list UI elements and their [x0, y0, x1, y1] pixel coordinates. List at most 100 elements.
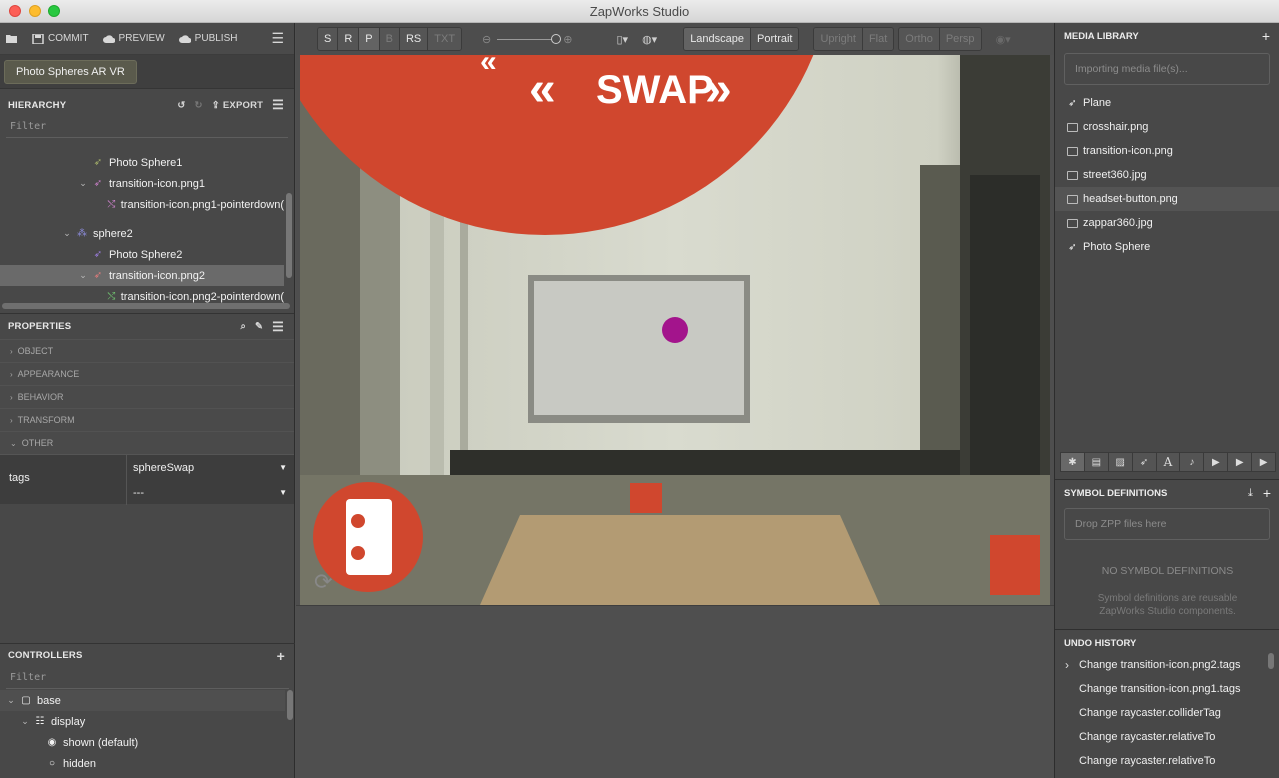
search-icon[interactable]: ⌕ [240, 321, 246, 332]
media-item[interactable]: transition-icon.png [1055, 139, 1279, 163]
radio-selected-icon[interactable]: ◉ [46, 737, 58, 748]
list-icon: ☷ [35, 716, 45, 727]
hierarchy-filter-input[interactable]: Filter [6, 116, 288, 138]
media-item[interactable]: ➶ Photo Sphere [1055, 235, 1279, 259]
tree-row[interactable]: ⤭ transition-icon.png1-pointerdown( [0, 194, 284, 215]
hierarchy-h-scrollbar[interactable] [2, 303, 290, 309]
hierarchy-scrollbar[interactable] [286, 193, 292, 278]
controller-state-row[interactable]: ○ hidden [0, 753, 285, 774]
globe-icon[interactable]: ◍▾ [642, 33, 657, 46]
zoom-slider[interactable] [497, 33, 562, 44]
tag-select-1[interactable]: sphereSwap ▼ [127, 455, 294, 480]
undo-item[interactable]: Change raycaster.relativeTo [1055, 749, 1279, 773]
open-folder-button[interactable] [6, 34, 18, 44]
mode-txt-button[interactable]: TXT [428, 28, 462, 50]
timeline-area [296, 605, 1054, 778]
zoom-out-icon[interactable]: ⊖ [482, 33, 491, 46]
tree-row[interactable]: ⌄ ⁂ sphere2 [0, 223, 284, 244]
symbol-drop-zone[interactable]: Drop ZPP files here [1064, 508, 1270, 540]
prop-section-behavior[interactable]: › BEHAVIOR [0, 385, 294, 408]
ortho-button[interactable]: Ortho [899, 28, 940, 50]
commit-button[interactable]: COMMIT [32, 33, 89, 44]
all-filter-icon[interactable]: ✱ [1061, 453, 1085, 471]
font-filter-icon[interactable]: A [1156, 453, 1181, 471]
mode-b-button[interactable]: B [379, 28, 400, 50]
controller-row[interactable]: ⌄ ☷ display [0, 711, 285, 732]
upright-button[interactable]: Upright [814, 28, 863, 50]
undo-item[interactable]: Change raycaster.colliderTag [1055, 701, 1279, 725]
chevron-down-icon[interactable]: ⌄ [62, 228, 72, 239]
tree-row[interactable]: ⌄ ➶ transition-icon.png1 [0, 173, 284, 194]
add-media-icon[interactable]: + [1262, 28, 1270, 44]
symbol-definitions-header: SYMBOL DEFINITIONS ⤓ + [1055, 480, 1279, 506]
chevron-down-icon[interactable]: ⌄ [20, 716, 30, 727]
export-button[interactable]: ⇪ EXPORT [212, 100, 263, 111]
video-filter-icon-2[interactable]: ▶ [1228, 453, 1253, 471]
chevron-down-icon[interactable]: ⌄ [78, 178, 88, 189]
landscape-button[interactable]: Landscape [684, 28, 752, 50]
image-filter-icon[interactable]: ▨ [1108, 453, 1133, 471]
add-controller-icon[interactable]: + [277, 648, 285, 664]
prop-section-transform[interactable]: › TRANSFORM [0, 408, 294, 431]
media-item[interactable]: ➶ Plane [1055, 91, 1279, 115]
tree-row-label: Photo Sphere1 [109, 156, 183, 169]
tree-row-selected[interactable]: ⌄ ➶ transition-icon.png2 [0, 265, 284, 286]
file-filter-icon[interactable]: ▤ [1084, 453, 1109, 471]
mode-rs-button[interactable]: RS [399, 28, 429, 50]
chevron-down-icon[interactable]: ⌄ [6, 695, 16, 706]
tree-row[interactable]: ➶ Photo Sphere1 [0, 152, 284, 173]
publish-button[interactable]: PUBLISH [178, 33, 237, 44]
video-filter-icon-3[interactable]: ▶ [1252, 453, 1276, 471]
flat-button[interactable]: Flat [862, 28, 894, 50]
properties-menu-icon[interactable]: ☰ [272, 319, 284, 335]
chevron-down-icon[interactable]: ⌄ [78, 270, 88, 281]
chevron-right-icon: › [10, 369, 13, 379]
tree-row-label: transition-icon.png2-pointerdown( [120, 290, 284, 303]
zoom-slider-knob[interactable] [551, 33, 562, 44]
hierarchy-menu-icon[interactable]: ☰ [272, 97, 284, 113]
redo-icon[interactable]: ↻ [195, 100, 203, 111]
controllers-filter-input[interactable]: Filter [6, 667, 289, 689]
audio-filter-icon[interactable]: ♪ [1180, 453, 1205, 471]
tree-row[interactable]: ➶ Photo Sphere2 [0, 244, 284, 265]
media-item[interactable]: crosshair.png [1055, 115, 1279, 139]
prop-section-appearance[interactable]: › APPEARANCE [0, 362, 294, 385]
rocket-filter-icon[interactable]: ➶ [1132, 453, 1157, 471]
undo-item[interactable]: Change raycaster.relativeTo [1055, 725, 1279, 749]
symbol-header-actions: ⤓ + [1248, 485, 1271, 501]
hamburger-menu-icon[interactable]: ☰ [271, 30, 284, 47]
media-item[interactable]: zappar360.jpg [1055, 211, 1279, 235]
media-drop-zone[interactable]: Importing media file(s)... [1064, 53, 1270, 85]
mode-p-button[interactable]: P [359, 28, 380, 50]
project-name-button[interactable]: Photo Spheres AR VR [4, 59, 137, 84]
portrait-button[interactable]: Portrait [751, 28, 799, 50]
center-panel: S R P B RS TXT ⊖ ⊕ ▯▾ ◍▾ Landscape Portr… [296, 23, 1054, 778]
prop-section-object[interactable]: › OBJECT [0, 339, 294, 362]
add-symbol-icon[interactable]: + [1263, 485, 1271, 501]
undo-icon[interactable]: ↺ [177, 100, 185, 111]
undo-item[interactable]: Change transition-icon.png1.tags [1055, 677, 1279, 701]
preview-button[interactable]: PREVIEW [102, 33, 165, 44]
scene-viewport[interactable]: « SWAP » « ⟳ [300, 55, 1050, 605]
controller-row[interactable]: ⌄ ▢ base [0, 690, 285, 711]
zoom-in-icon[interactable]: ⊕ [563, 33, 572, 46]
media-item[interactable]: street360.jpg [1055, 163, 1279, 187]
tag-select-2[interactable]: --- ▼ [127, 480, 294, 505]
pencil-icon[interactable]: ✎ [255, 321, 263, 332]
controllers-scrollbar[interactable] [287, 690, 293, 720]
persp-button[interactable]: Persp [939, 28, 981, 50]
media-item[interactable]: headset-button.png [1055, 187, 1279, 211]
radio-icon[interactable]: ○ [46, 758, 58, 769]
mode-r-button[interactable]: R [338, 28, 360, 50]
svg-text:«: « [480, 55, 497, 78]
controller-state-row[interactable]: ◉ shown (default) [0, 732, 285, 753]
video-filter-icon[interactable]: ▶ [1204, 453, 1229, 471]
undo-scrollbar[interactable] [1268, 653, 1274, 669]
download-icon[interactable]: ⤓ [1248, 487, 1253, 500]
undo-item-current[interactable]: › Change transition-icon.png2.tags [1055, 653, 1279, 677]
device-icon[interactable]: ▯▾ [616, 33, 628, 46]
prop-section-label: OBJECT [17, 346, 54, 356]
prop-section-other[interactable]: ⌄ OTHER [0, 431, 294, 454]
mode-s-button[interactable]: S [318, 28, 339, 50]
eye-icon[interactable]: ◉▾ [996, 33, 1011, 46]
